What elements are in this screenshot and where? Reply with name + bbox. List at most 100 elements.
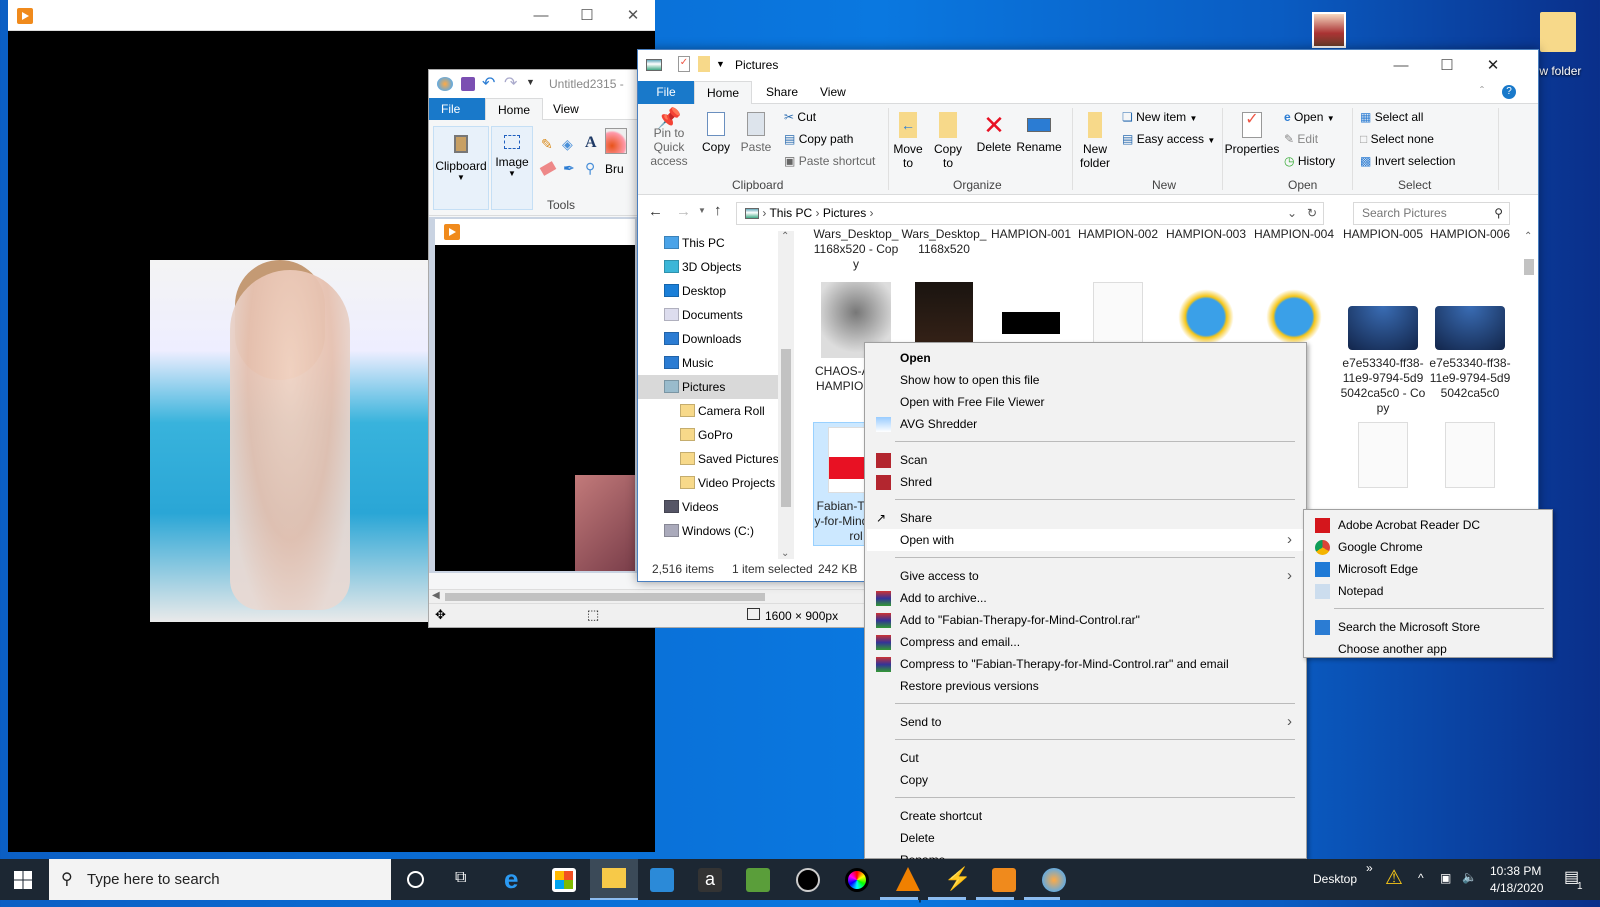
title-bar[interactable]: — ☐ ✕ (8, 0, 655, 31)
customize-icon[interactable]: ▼ (716, 59, 725, 69)
undo-icon[interactable]: ↶ (482, 73, 495, 93)
open-button[interactable]: e Open ▼ (1284, 110, 1335, 124)
menu-item[interactable]: Open with Free File Viewer (867, 391, 1304, 413)
nav-item[interactable]: This PC (638, 231, 778, 255)
up-button[interactable]: ↑ (714, 202, 722, 219)
new-folder-qa-icon[interactable] (698, 56, 710, 72)
nav-item[interactable]: Video Projects (638, 471, 778, 495)
menu-item[interactable]: Add to "Fabian-Therapy-for-Mind-Control.… (867, 609, 1304, 631)
paste-button[interactable]: Paste (740, 112, 772, 154)
paint-taskbar-icon[interactable] (1042, 868, 1066, 892)
nav-item[interactable]: Camera Roll (638, 399, 778, 423)
history-button[interactable]: ◷ History (1284, 154, 1335, 168)
back-button[interactable]: ← (648, 203, 663, 220)
desktop-icon-photo[interactable] (1312, 12, 1346, 48)
amazon-taskbar-icon[interactable]: a (698, 868, 722, 892)
nav-item[interactable]: Windows (C:) (638, 519, 778, 543)
menu-item[interactable]: Open with › (867, 529, 1304, 551)
brushes-button[interactable]: Bru (605, 128, 631, 198)
media-player-taskbar-icon[interactable] (992, 868, 1016, 892)
menu-item[interactable]: Cut (867, 747, 1304, 769)
clock-date[interactable]: 4/18/2020 (1490, 881, 1543, 895)
menu-item[interactable]: Compress to "Fabian-Therapy-for-Mind-Con… (867, 653, 1304, 675)
search-input[interactable]: Search Pictures ⚲ (1353, 202, 1510, 225)
nav-item[interactable]: Music (638, 351, 778, 375)
nav-item[interactable]: Desktop (638, 279, 778, 303)
tab-file[interactable]: File (429, 98, 485, 120)
copy-path-button[interactable]: ▤ Copy path (784, 132, 853, 146)
vlc-taskbar-icon[interactable] (896, 867, 920, 891)
network-icon[interactable]: ▣ (1440, 871, 1451, 885)
menu-item[interactable]: Shred (867, 471, 1304, 493)
file-explorer-taskbar-icon[interactable] (590, 859, 638, 900)
nav-item[interactable]: 3D Objects (638, 255, 778, 279)
tab-view[interactable]: View (541, 98, 591, 120)
nav-item[interactable]: GoPro (638, 423, 778, 447)
invert-selection-button[interactable]: ▩ Invert selection (1360, 154, 1455, 168)
nav-item[interactable]: Documents (638, 303, 778, 327)
pin-to-quick-access-button[interactable]: 📌 Pin to Quick access (644, 109, 694, 168)
mail-taskbar-icon[interactable] (650, 868, 674, 892)
rename-button[interactable]: Rename (1016, 112, 1062, 154)
cortana-icon[interactable] (407, 871, 424, 888)
close-button[interactable]: ✕ (610, 0, 656, 31)
text-icon[interactable]: A (585, 134, 597, 152)
edge-taskbar-icon[interactable]: e (504, 866, 528, 892)
menu-item[interactable]: Compress and email... (867, 631, 1304, 653)
maximize-button[interactable]: ☐ (564, 0, 610, 31)
recent-locations-button[interactable]: ▼ (698, 206, 706, 215)
show-hidden-icons[interactable]: ^ (1418, 871, 1424, 885)
breadcrumb-this-pc[interactable]: This PC (769, 206, 812, 220)
scrollbar-thumb[interactable] (781, 349, 791, 507)
media-taskbar-icon[interactable] (796, 868, 820, 892)
menu-item[interactable]: Scan (867, 449, 1304, 471)
save-icon[interactable] (461, 77, 475, 91)
submenu-item[interactable]: Notepad (1306, 580, 1550, 602)
minimize-button[interactable]: — (518, 0, 564, 31)
menu-item[interactable]: Open (867, 347, 1304, 369)
tab-file[interactable]: File (638, 81, 694, 104)
tab-home[interactable]: Home (485, 98, 544, 120)
nav-scrollbar[interactable]: ⌃ ⌄ (778, 231, 794, 559)
toolbar-expand-icon[interactable]: » (1366, 861, 1373, 875)
refresh-icon[interactable]: ↻ (1307, 203, 1317, 224)
eraser-icon[interactable] (539, 161, 557, 176)
submenu-item[interactable]: Adobe Acrobat Reader DC (1306, 514, 1550, 536)
redo-icon[interactable]: ↷ (504, 73, 517, 93)
file-item[interactable]: e7e53340-ff38-11e9-9794-5d95042ca5c0 - C… (1340, 282, 1426, 416)
address-bar[interactable]: › This PC › Pictures › ⌄ ↻ (736, 202, 1324, 225)
menu-item[interactable]: Add to archive... (867, 587, 1304, 609)
submenu-item[interactable]: Microsoft Edge (1306, 558, 1550, 580)
taskbar-search-input[interactable]: ⚲ Type here to search (49, 859, 391, 900)
customize-icon[interactable]: ▼ (526, 77, 535, 87)
help-icon[interactable]: ? (1502, 85, 1516, 99)
menu-item[interactable]: ↗ Share (867, 507, 1304, 529)
properties-button[interactable]: ✓ Properties (1224, 112, 1280, 157)
menu-item[interactable]: Show how to open this file (867, 369, 1304, 391)
file-item[interactable]: CHAOS-AXL-CHAMPION-001 (988, 226, 1074, 242)
file-item[interactable]: Carousel_Star_Wars_Desktop_1168x520 (901, 226, 987, 257)
easy-access-button[interactable]: ▤ Easy access ▼ (1122, 132, 1215, 146)
tripadvisor-taskbar-icon[interactable] (746, 868, 770, 892)
copy-button[interactable]: Copy (700, 112, 732, 154)
task-view-icon[interactable]: ⧉ (455, 869, 466, 887)
file-item[interactable]: CHAOS-AXL-CHAMPION-003 (1163, 226, 1249, 242)
scroll-left-icon[interactable]: ◀ (432, 590, 440, 601)
file-item[interactable]: CHAOS-AXL-CHAMPION-006 (1427, 226, 1513, 242)
maximize-button[interactable]: ☐ (1424, 50, 1470, 81)
new-folder-button[interactable]: New folder (1076, 112, 1114, 170)
edit-button[interactable]: ✎ Edit (1284, 132, 1318, 146)
clipboard-button[interactable]: Clipboard ▼ (433, 126, 489, 210)
move-to-button[interactable]: ← Move to (890, 112, 926, 170)
nav-item[interactable]: Videos (638, 495, 778, 519)
address-dropdown-icon[interactable]: ⌄ (1287, 203, 1297, 224)
file-item[interactable]: Carousel_Star_Wars_Desktop_1168x520 - Co… (813, 226, 899, 272)
title-bar[interactable]: ✓ ▼ Pictures — ☐ ✕ (638, 50, 1538, 81)
start-button[interactable] (14, 871, 32, 889)
fill-icon[interactable]: ◈ (562, 136, 573, 153)
file-item[interactable]: e7e53340-ff38-11e9-9794-5d95042ca5c0 (1427, 282, 1513, 401)
color-picker-icon[interactable]: ✒ (563, 160, 575, 177)
menu-item[interactable]: Delete (867, 827, 1304, 849)
minimize-button[interactable]: — (1378, 50, 1424, 81)
menu-item[interactable]: Restore previous versions (867, 675, 1304, 697)
